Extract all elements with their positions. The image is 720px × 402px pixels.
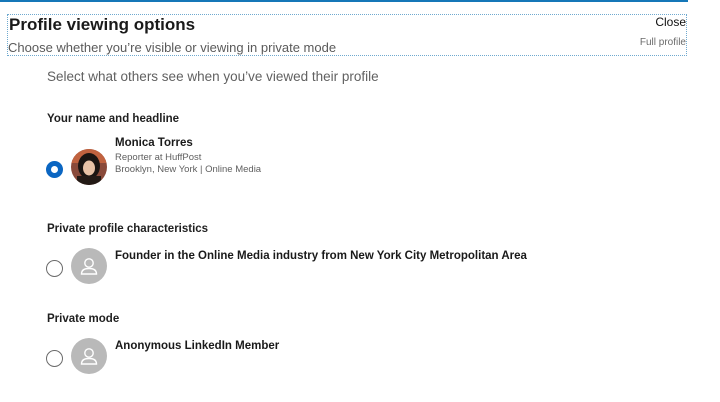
avatar bbox=[71, 338, 107, 374]
radio-private-characteristics[interactable] bbox=[46, 260, 63, 277]
option-location: Brooklyn, New York | Online Media bbox=[115, 164, 262, 175]
close-button[interactable]: Close bbox=[655, 15, 686, 29]
top-accent-bar bbox=[0, 0, 688, 2]
profile-photo-icon bbox=[71, 149, 107, 185]
radio-name-headline[interactable] bbox=[46, 161, 63, 178]
section-label-private-characteristics: Private profile characteristics bbox=[47, 223, 209, 235]
option-name: Anonymous LinkedIn Member bbox=[115, 340, 280, 352]
option-name: Founder in the Online Media industry fro… bbox=[115, 250, 527, 262]
page-title: Profile viewing options bbox=[9, 15, 196, 34]
dialog-header: Profile viewing options Choose whether y… bbox=[7, 14, 687, 56]
intro-text: Select what others see when you’ve viewe… bbox=[47, 69, 379, 84]
person-icon bbox=[80, 348, 98, 365]
option-name: Monica Torres bbox=[115, 137, 193, 149]
avatar bbox=[71, 149, 107, 185]
option-headline: Reporter at HuffPost bbox=[115, 152, 202, 163]
section-label-private-mode: Private mode bbox=[47, 313, 120, 325]
radio-private-mode[interactable] bbox=[46, 350, 63, 367]
section-label-name-headline: Your name and headline bbox=[47, 113, 180, 125]
person-icon bbox=[80, 258, 98, 275]
page-subtitle: Choose whether you’re visible or viewing… bbox=[8, 40, 337, 55]
full-profile-link[interactable]: Full profile bbox=[640, 37, 686, 48]
avatar bbox=[71, 248, 107, 284]
